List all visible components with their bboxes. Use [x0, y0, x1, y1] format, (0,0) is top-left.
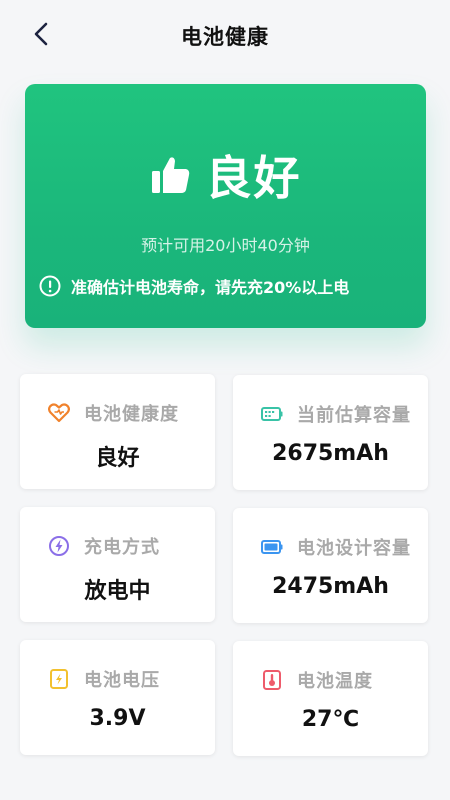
- card-value: 3.9V: [89, 706, 146, 731]
- card-design-capacity: 电池设计容量 2475mAh: [233, 508, 428, 623]
- card-label: 电池温度: [297, 671, 373, 692]
- card-estimated-capacity: 当前估算容量 2675mAh: [233, 375, 428, 490]
- card-value: 2475mAh: [272, 574, 389, 599]
- page-title: 电池健康: [181, 25, 269, 49]
- estimated-usage: 预计可用20小时40分钟: [141, 236, 310, 255]
- card-value: 2675mAh: [272, 441, 389, 466]
- health-status: 良好: [205, 151, 302, 205]
- card-value: 27℃: [301, 707, 360, 732]
- charge-notice-text: 准确估计电池寿命，请先充20%以上电: [71, 278, 350, 297]
- card-battery-health: 电池健康度 良好: [20, 374, 215, 489]
- card-battery-voltage: 电池电压 3.9V: [20, 640, 215, 755]
- battery-status-card: 良好 预计可用20小时40分钟 准确估计电池寿命，请先充20%以上电: [25, 84, 426, 328]
- header: 电池健康: [0, 0, 450, 72]
- chevron-left-icon: [34, 22, 48, 46]
- card-label: 充电方式: [84, 537, 160, 558]
- battery-design-icon: [261, 540, 283, 554]
- battery-health-page: 电池健康 良好 预计可用20小时40分钟 准确估计电池寿命，请先充20%以上电: [0, 0, 450, 800]
- card-label: 当前估算容量: [297, 405, 411, 426]
- info-icon: [39, 275, 61, 297]
- thermometer-icon: [263, 670, 281, 690]
- card-label: 电池电压: [84, 670, 160, 691]
- card-battery-temperature: 电池温度 27℃: [233, 641, 428, 756]
- battery-estimate-icon: [261, 407, 283, 421]
- thumbs-up-icon: [151, 157, 189, 193]
- charge-mode-icon: [49, 536, 69, 556]
- card-value: 放电中: [84, 579, 151, 604]
- charge-notice: 准确估计电池寿命，请先充20%以上电: [39, 274, 416, 298]
- heart-icon: [48, 403, 70, 423]
- card-value: 良好: [95, 446, 140, 471]
- card-label: 电池健康度: [84, 404, 179, 425]
- voltage-icon: [50, 669, 68, 689]
- back-button[interactable]: [26, 18, 58, 50]
- card-label: 电池设计容量: [297, 538, 411, 559]
- card-charging-mode: 充电方式 放电中: [20, 507, 215, 622]
- status-row: 良好: [25, 142, 426, 208]
